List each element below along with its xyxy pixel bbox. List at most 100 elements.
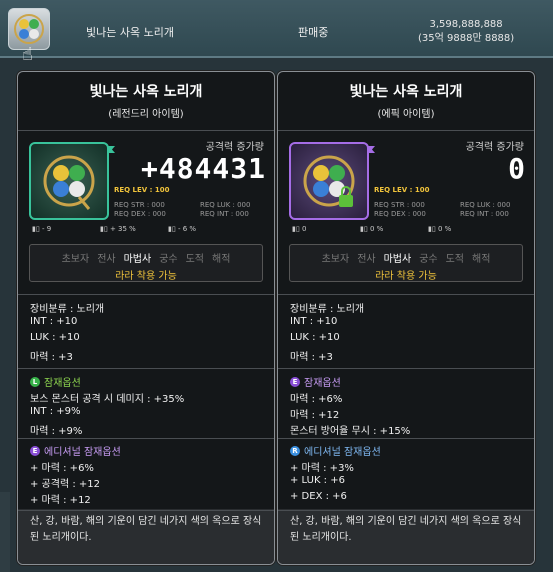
potential-line: 마력 : +6% [290, 394, 343, 405]
stat-luk: LUK : +10 [30, 332, 80, 343]
additional-title-label: 에디셔널 잠재옵션 [304, 447, 381, 458]
req-int: REQ INT : 000 [200, 210, 249, 218]
req-str: REQ STR : 000 [114, 201, 165, 209]
divider [278, 368, 534, 369]
class-warrior: 전사 [97, 254, 116, 265]
class-magician: 마법사 [123, 254, 152, 265]
background-panel-edge [0, 492, 10, 572]
legendary-badge-icon: L [30, 376, 40, 387]
item-description: 산, 강, 바람, 해의 기운이 담긴 네가지 색의 옥으로 장식된 노리개이다… [30, 516, 262, 543]
rare-badge-icon: R [290, 445, 300, 456]
class-beginner: 초보자 [321, 254, 350, 265]
potential-title: E 잠재옵션 [290, 374, 341, 389]
stat-int: INT : +10 [290, 316, 338, 327]
divider [278, 510, 534, 511]
price-korean: (35억 9888만 8888) [418, 33, 515, 44]
mini-stat-1: ▮▯ - 9 [32, 225, 52, 233]
mini-stat-1: ▮▯ 0 [292, 225, 307, 233]
tooltip-panel-epic: 빛나는 사옥 노리개 (에픽 아이템) 공격력 증가량 0 REQ LEV : … [277, 71, 535, 565]
stat-magic: 마력 : +3 [30, 352, 73, 363]
class-restriction-box: 초보자 전사 마법사 궁수 도적 해적 라라 착용 가능 [29, 244, 263, 282]
attack-increase-value: +484431 [140, 152, 266, 185]
item-description: 산, 강, 바람, 해의 기운이 담긴 네가지 색의 옥으로 장식된 노리개이다… [290, 516, 522, 543]
class-restriction-box: 초보자 전사 마법사 궁수 도적 해적 라라 착용 가능 [289, 244, 523, 282]
potential-title: L 잠재옵션 [30, 374, 81, 389]
mini-stat-2: ▮▯ 0 % [360, 225, 384, 233]
equip-category: 장비분류 : 노리개 [30, 304, 105, 315]
divider [18, 438, 274, 439]
price: 3,598,888,888 (35억 9888만 8888) [418, 18, 514, 46]
item-list-row[interactable]: 빛나는 사옥 노리개 판매중 3,598,888,888 (35억 9888만 … [0, 0, 553, 58]
wearable-text: 라라 착용 가능 [375, 271, 437, 282]
req-level: REQ LEV : 100 [114, 186, 170, 194]
item-name: 빛나는 사옥 노리개 [86, 26, 174, 39]
class-archer: 궁수 [159, 254, 178, 265]
epic-badge-icon: E [290, 376, 300, 387]
additional-line: + 마력 : +6% [30, 463, 94, 474]
potential-title-label: 잠재옵션 [44, 378, 81, 389]
req-str: REQ STR : 000 [374, 201, 425, 209]
class-thief: 도적 [445, 254, 465, 265]
class-pirate: 해적 [472, 254, 491, 265]
stat-luk: LUK : +10 [290, 332, 340, 343]
stat-label: 공격력 증가량 [465, 142, 524, 153]
additional-title-label: 에디셔널 잠재옵션 [44, 447, 121, 458]
req-level: REQ LEV : 100 [374, 186, 430, 194]
jewel-ornament-icon [303, 155, 355, 207]
mini-stat-3: ▮▯ - 6 % [168, 225, 197, 233]
jewel-ornament-icon [43, 155, 95, 210]
price-value: 3,598,888,888 [429, 19, 503, 30]
tooltip-title: 빛나는 사옥 노리개 [349, 84, 463, 100]
grade-flag-icon [107, 146, 115, 153]
class-pirate: 해적 [212, 254, 231, 265]
grade-flag-icon [367, 146, 375, 153]
class-archer: 궁수 [419, 254, 438, 265]
item-grade: (레전드리 아이템) [108, 109, 184, 120]
equip-category: 장비분류 : 노리개 [290, 304, 365, 315]
potential-line: INT : +9% [30, 406, 81, 417]
divider [18, 368, 274, 369]
additional-line: + DEX : +6 [290, 491, 347, 502]
divider [18, 294, 274, 295]
additional-line: + 공격력 : +12 [30, 479, 100, 490]
divider [278, 294, 534, 295]
tooltip-title: 빛나는 사옥 노리개 [89, 84, 203, 100]
item-icon-frame [29, 142, 115, 220]
divider [278, 130, 534, 131]
additional-line: + 마력 : +12 [30, 495, 91, 506]
attack-increase-value: 0 [508, 152, 526, 185]
item-grade: (에픽 아이템) [377, 109, 435, 120]
additional-title: E 에디셔널 잠재옵션 [30, 443, 121, 458]
req-luk: REQ LUK : 000 [460, 201, 511, 209]
mini-stat-2: ▮▯ + 35 % [100, 225, 136, 233]
additional-line: + LUK : +6 [290, 475, 345, 486]
req-luk: REQ LUK : 000 [200, 201, 251, 209]
potential-title-label: 잠재옵션 [304, 378, 341, 389]
stat-magic: 마력 : +3 [290, 352, 333, 363]
class-magician: 마법사 [383, 254, 412, 265]
tooltip-panel-legendary: 빛나는 사옥 노리개 (레전드리 아이템) 공격력 증가량 +484431 RE… [17, 71, 275, 565]
pointer-cursor-icon: ☝ [22, 44, 33, 65]
additional-title: R 에디셔널 잠재옵션 [290, 443, 381, 458]
epic-badge-icon: E [30, 445, 40, 456]
potential-line: 몬스터 방어율 무시 : +15% [290, 426, 411, 437]
item-icon-frame [289, 142, 375, 220]
mini-stat-3: ▮▯ 0 % [428, 225, 452, 233]
req-int: REQ INT : 000 [460, 210, 509, 218]
additional-line: + 마력 : +3% [290, 463, 354, 474]
class-beginner: 초보자 [61, 254, 90, 265]
potential-line: 마력 : +9% [30, 426, 83, 437]
potential-line: 보스 몬스터 공격 시 데미지 : +35% [30, 394, 185, 405]
potential-line: 마력 : +12 [290, 410, 340, 421]
stat-int: INT : +10 [30, 316, 78, 327]
stat-label: 공격력 증가량 [205, 142, 264, 153]
req-dex: REQ DEX : 000 [114, 210, 166, 218]
divider [18, 130, 274, 131]
divider [278, 438, 534, 439]
req-dex: REQ DEX : 000 [374, 210, 426, 218]
class-warrior: 전사 [357, 254, 376, 265]
wearable-text: 라라 착용 가능 [115, 271, 177, 282]
sale-status: 판매중 [298, 26, 329, 39]
class-thief: 도적 [185, 254, 205, 265]
divider [18, 510, 274, 511]
